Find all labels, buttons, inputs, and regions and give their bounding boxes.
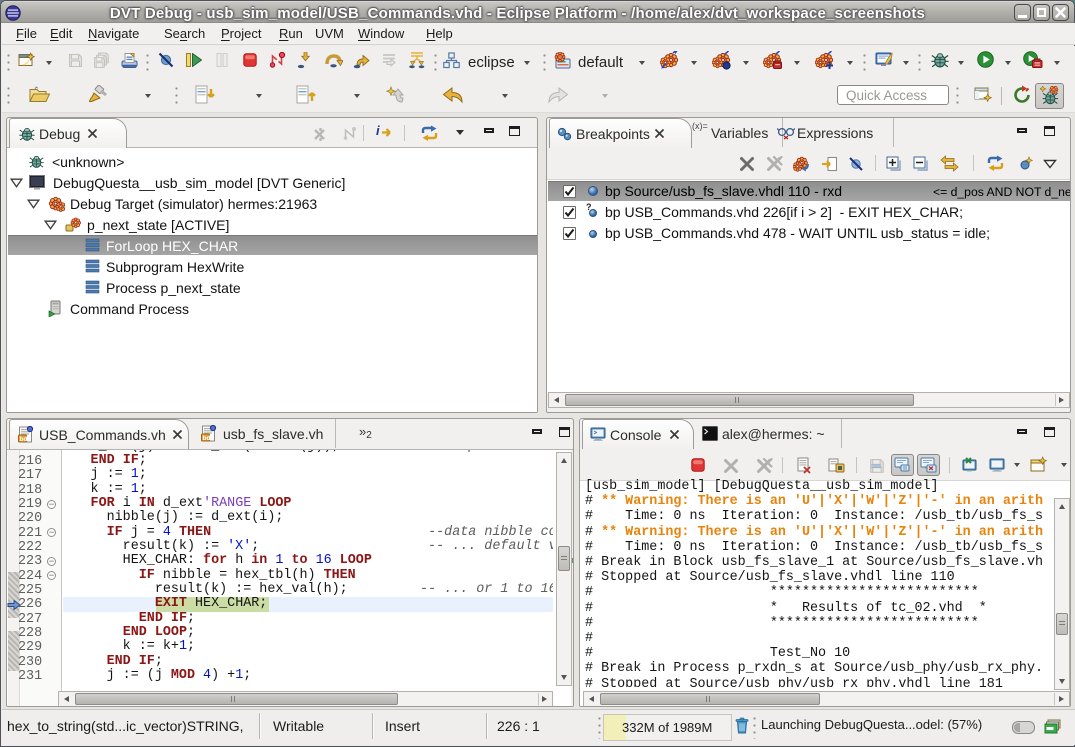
svg-text:bd: bd: [20, 436, 28, 443]
svg-text:bd: bd: [203, 435, 211, 442]
